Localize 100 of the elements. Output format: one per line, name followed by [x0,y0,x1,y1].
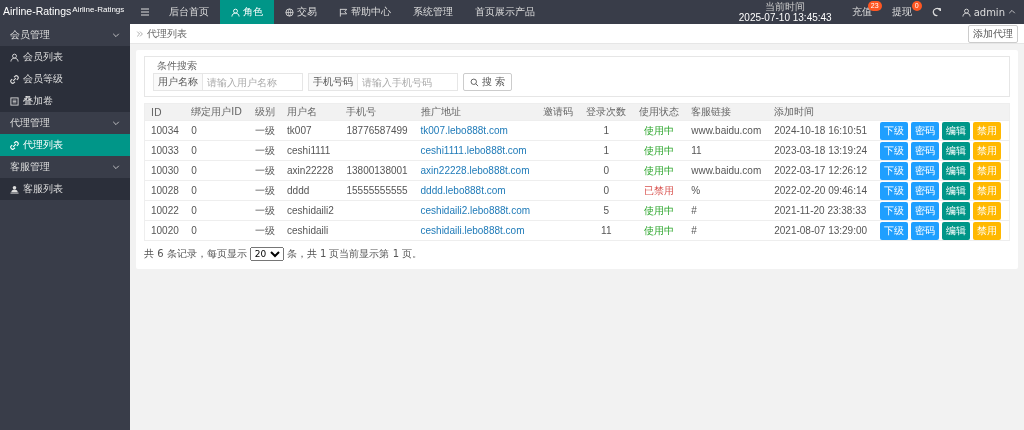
item-label: 客服列表 [23,182,63,196]
nav-tab[interactable]: 交易 [274,0,328,24]
table-cell: 一级 [254,164,275,176]
column-header: 客服链接 [685,103,769,121]
table-cell: 1 [603,145,610,156]
item-label: 叠加卷 [23,94,53,108]
action-button[interactable]: 编辑 [942,221,971,240]
table-cell: # [691,205,697,216]
table-cell: 10034 [151,125,179,136]
action-button[interactable]: 密码 [911,121,940,140]
item-label: 会员列表 [23,50,63,64]
table-cell: 一级 [254,204,275,216]
sidebar-item[interactable]: 会员列表 [0,46,130,68]
action-button[interactable]: 密码 [911,221,940,240]
table-cell: 2024-10-18 16:10:51 [774,125,868,136]
table-cell: 11 [601,225,612,236]
nav-tab[interactable]: 后台首页 [158,0,220,24]
nav-tab[interactable]: 首页展示产品 [464,0,546,24]
nav-tab[interactable]: 系统管理 [402,0,464,24]
table-cell: 一级 [254,144,275,156]
link-text[interactable]: ceshidaili2.lebo888t.com [420,205,531,216]
table-cell: 18776587499 [346,125,408,136]
table-cell: # [691,225,697,236]
action-button[interactable]: 编辑 [942,161,971,180]
field-label: 用户名称 [153,73,203,91]
link-text[interactable]: tk007.lebo888t.com [420,125,508,136]
table-cell: 13800138001 [346,165,408,176]
table-cell: 15555555555 [346,185,408,196]
sidebar-item[interactable]: 会员等级 [0,68,130,90]
item-label: 会员等级 [23,72,63,86]
input-field[interactable]: 请输入用户名称 [203,73,303,91]
section-legend: 条件搜索 [153,60,201,71]
action-button[interactable]: 下级 [880,121,909,140]
pager-text: 条，共 1 页当前显示第 1 页。 [286,247,423,261]
people-icon [10,184,19,194]
add-button[interactable]: 添加代理 [968,24,1018,43]
column-header: 推广地址 [414,103,538,121]
chevron-down-icon [112,163,120,171]
group-label: 代理管理 [10,116,50,130]
caret-up-icon [1008,8,1016,16]
field-label: 手机号码 [308,73,358,91]
table-cell: ceshi1111 [287,145,331,156]
nav-tab[interactable]: 角色 [220,0,274,24]
column-header: 级别 [248,103,282,121]
list-icon [10,96,19,106]
person-icon [10,52,19,62]
action-button[interactable]: 密码 [911,161,940,180]
table-cell: 5 [603,205,610,216]
table-cell: 2021-11-20 23:38:33 [774,205,867,216]
breadcrumb: 代理列表 [147,26,187,41]
sidebar-item[interactable]: 客服列表 [0,178,130,200]
action-button[interactable]: 编辑 [942,141,971,160]
sidebar-item[interactable]: 叠加卷 [0,90,130,112]
status-text: 使用中 [643,144,674,156]
link-text[interactable]: dddd.lebo888t.com [420,185,506,196]
item-label: 代理列表 [23,138,63,152]
action-button[interactable]: 编辑 [942,121,971,140]
table-cell: 0 [191,185,197,196]
action-button[interactable]: 密码 [911,201,940,220]
refresh-icon[interactable] [931,7,942,17]
page-size-select[interactable]: 20 [249,247,284,261]
table-cell: www.baidu.com [691,165,762,176]
user-menu[interactable]: admin [951,0,1024,24]
link-text[interactable]: ceshidaili.lebo888t.com [420,225,525,236]
search-button[interactable]: 搜 索 [463,73,513,91]
action-button[interactable]: 编辑 [942,201,971,220]
action-button[interactable]: 密码 [911,141,940,160]
input-field[interactable]: 请输入手机号码 [358,73,458,91]
menu-icon[interactable] [140,7,150,17]
table-cell: 2022-02-20 09:46:14 [774,185,868,196]
nav-tab[interactable]: 帮助中心 [328,0,402,24]
table-cell: 0 [191,225,197,236]
table-cell: 2022-03-17 12:26:12 [774,165,868,176]
link-text[interactable]: axin22228.lebo888t.com [420,165,530,176]
table-cell: 10022 [151,205,179,216]
action-button[interactable]: 下级 [880,161,909,180]
sidebar-item[interactable]: 代理列表 [0,134,130,156]
table-cell: ceshidaili2 [287,205,334,216]
link-icon [10,74,19,84]
table-cell: www.baidu.com [691,125,762,136]
double-chevron-icon [136,29,144,38]
column-header: 使用状态 [632,103,686,121]
link-text[interactable]: ceshi1111.lebo888t.com [420,145,527,156]
action-button[interactable]: 下级 [880,221,909,240]
action-button[interactable]: 编辑 [942,181,971,200]
action-button[interactable]: 下级 [880,141,909,160]
table-cell: tk007 [287,125,312,136]
table-cell: 0 [191,125,197,136]
status-text: 已禁用 [643,184,674,196]
action-button[interactable]: 下级 [880,201,909,220]
table-cell: 0 [191,205,197,216]
column-header: 邀请码 [537,103,580,121]
table-cell: 2023-03-18 13:19:24 [774,145,868,156]
action-button[interactable]: 密码 [911,181,940,200]
pager-text: 共 6 条记录，每页显示 [144,247,247,261]
action-button[interactable]: 下级 [880,181,909,200]
column-header: 手机号 [340,103,415,121]
table-cell: 一级 [254,184,275,196]
column-header: ID [144,103,186,121]
table-cell: % [691,185,701,196]
